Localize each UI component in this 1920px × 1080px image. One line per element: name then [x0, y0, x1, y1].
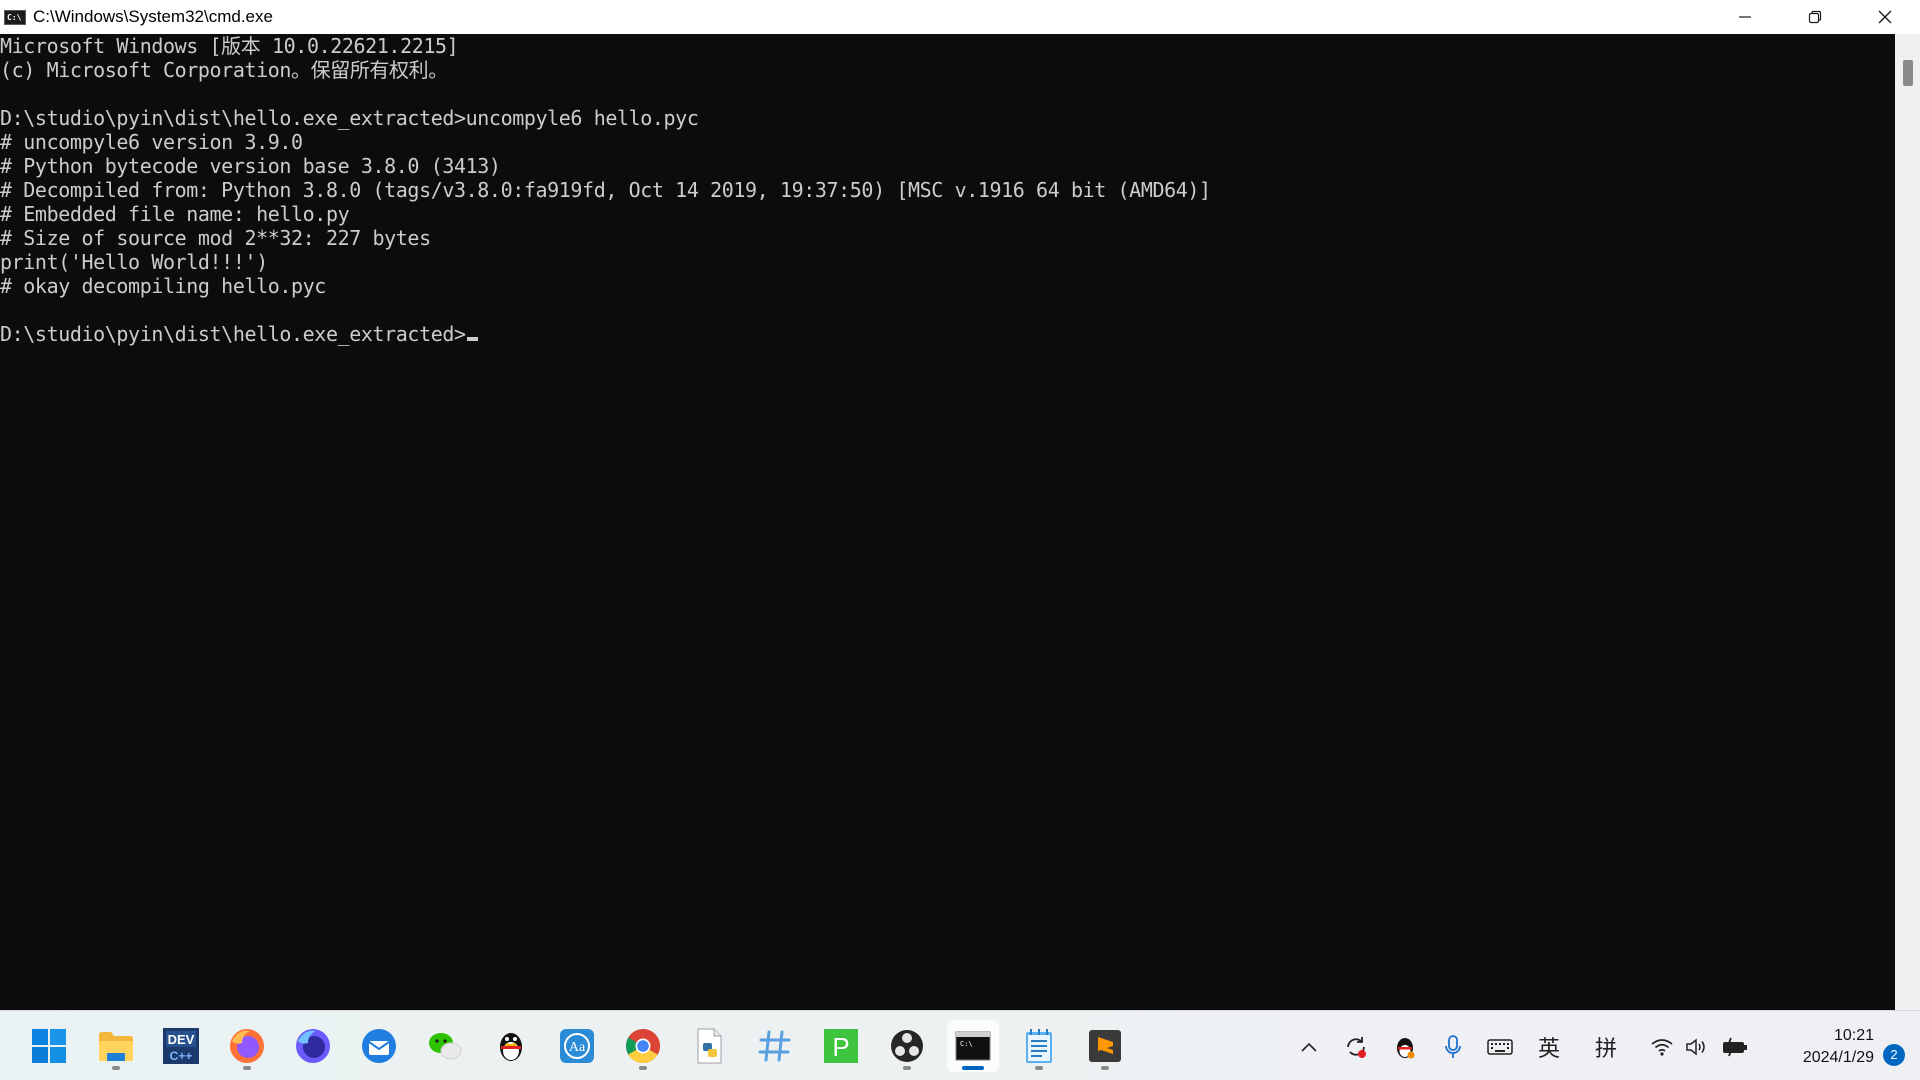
console-line: # Decompiled from: Python 3.8.0 (tags/v3… [0, 178, 1211, 202]
taskbar-sublime[interactable] [1079, 1020, 1131, 1072]
taskbar-clock[interactable]: 10:21 2024/1/29 [1803, 1025, 1874, 1069]
console-line: Microsoft Windows [版本 10.0.22621.2215] [0, 34, 459, 58]
taskbar-thunderbird[interactable] [353, 1020, 405, 1072]
taskbar-file-explorer[interactable] [90, 1020, 142, 1072]
taskbar-pycharm[interactable]: P [815, 1020, 867, 1072]
clock-time: 10:21 [1833, 1027, 1874, 1044]
tray-qq[interactable] [1391, 1033, 1419, 1061]
sync-icon [1347, 1037, 1366, 1058]
taskbar-notepad[interactable] [1013, 1020, 1065, 1072]
wifi-icon [1651, 1039, 1673, 1056]
speaker-icon [1686, 1038, 1705, 1056]
minimize-icon [1739, 16, 1751, 18]
devcpp-icon: DEV C++ [163, 1028, 199, 1064]
svg-text:C++: C++ [170, 1049, 193, 1063]
dictionary-icon: Aa [560, 1029, 594, 1063]
sublime-icon [1089, 1030, 1121, 1062]
taskbar-firefox-dev[interactable] [287, 1020, 339, 1072]
firefox-dev-icon [296, 1029, 330, 1063]
firefox-icon [230, 1029, 264, 1063]
obs-icon [891, 1030, 923, 1062]
ime-mode-toggle[interactable]: 拼 [1591, 1033, 1621, 1062]
running-indicator [1101, 1066, 1109, 1070]
console-line: # uncompyle6 version 3.9.0 [0, 130, 303, 154]
microphone-icon [1445, 1035, 1461, 1058]
running-indicator [243, 1066, 251, 1070]
window-controls [1710, 0, 1920, 34]
start-button[interactable] [23, 1020, 75, 1072]
tray-microphone[interactable] [1441, 1033, 1465, 1061]
taskbar-firefox[interactable] [221, 1020, 273, 1072]
notification-badge[interactable]: 2 [1883, 1044, 1905, 1066]
console-line: # okay decompiling hello.pyc [0, 274, 326, 298]
console-line: D:\studio\pyin\dist\hello.exe_extracted>… [0, 106, 699, 130]
taskbar-devcpp[interactable]: DEV C++ [155, 1020, 207, 1072]
window-title: C:\Windows\System32\cmd.exe [33, 7, 273, 26]
taskbar-chrome[interactable] [617, 1020, 669, 1072]
cmd-app-icon[interactable]: C:\ [4, 9, 26, 25]
svg-text:C:\: C:\ [960, 1040, 973, 1048]
folder-icon [99, 1032, 133, 1061]
title-bar[interactable]: C:\ C:\Windows\System32\cmd.exe [0, 0, 1920, 34]
qq-penguin-icon [500, 1033, 522, 1061]
console-prompt: D:\studio\pyin\dist\hello.exe_extracted> [0, 322, 466, 346]
svg-text:DEV: DEV [168, 1032, 195, 1047]
scrollbar-thumb[interactable] [1903, 60, 1913, 86]
console-line: # Size of source mod 2**32: 227 bytes [0, 226, 431, 250]
notepad-icon [1026, 1029, 1052, 1063]
tray-network[interactable] [1648, 1033, 1676, 1061]
restore-icon [1808, 10, 1822, 24]
vertical-scrollbar[interactable] [1895, 34, 1920, 1010]
minimize-button[interactable] [1710, 0, 1780, 34]
text-cursor [466, 337, 478, 341]
console-line: # Python bytecode version base 3.8.0 (34… [0, 154, 501, 178]
taskbar-cmd[interactable]: C:\ [947, 1020, 999, 1072]
taskbar-obs[interactable] [881, 1020, 933, 1072]
close-button[interactable] [1850, 0, 1920, 34]
tray-sync-app[interactable] [1342, 1033, 1370, 1061]
running-indicator [962, 1066, 984, 1070]
close-icon [1878, 10, 1892, 24]
running-indicator [112, 1066, 120, 1070]
taskbar-wechat[interactable] [419, 1020, 471, 1072]
running-indicator [1035, 1066, 1043, 1070]
tray-touch-keyboard[interactable] [1486, 1033, 1514, 1061]
tray-battery[interactable] [1720, 1033, 1750, 1061]
taskbar-slack[interactable] [749, 1020, 801, 1072]
console-line: print('Hello World!!!') [0, 250, 268, 274]
taskbar-qq[interactable] [485, 1020, 537, 1072]
terminal-icon: C:\ [955, 1031, 991, 1061]
svg-text:P: P [832, 1032, 849, 1062]
chevron-up-icon [1301, 1042, 1317, 1052]
chrome-icon [626, 1029, 660, 1063]
restore-button[interactable] [1780, 0, 1850, 34]
qq-penguin-icon [1397, 1038, 1415, 1059]
keyboard-icon [1487, 1039, 1513, 1055]
battery-charging-icon [1723, 1037, 1747, 1057]
wechat-icon [429, 1033, 462, 1060]
ime-language-toggle[interactable]: 英 [1534, 1033, 1564, 1062]
windows-logo-icon [32, 1029, 66, 1063]
taskbar-dictionary[interactable]: Aa [551, 1020, 603, 1072]
svg-text:Aa: Aa [569, 1040, 586, 1055]
console-output[interactable]: Microsoft Windows [版本 10.0.22621.2215] (… [0, 34, 1895, 1010]
p-icon: P [824, 1029, 858, 1063]
hash-icon [758, 1030, 791, 1062]
show-hidden-icons-button[interactable] [1296, 1033, 1322, 1061]
console-line: # Embedded file name: hello.py [0, 202, 350, 226]
tray-volume[interactable] [1684, 1033, 1710, 1061]
thunderbird-icon [362, 1029, 396, 1063]
python-file-icon [697, 1028, 722, 1064]
running-indicator [639, 1066, 647, 1070]
console-prompt-line[interactable]: D:\studio\pyin\dist\hello.exe_extracted> [0, 322, 1895, 346]
console-line: (c) Microsoft Corporation。保留所有权利。 [0, 58, 448, 82]
taskbar-python[interactable] [683, 1020, 735, 1072]
running-indicator [903, 1066, 911, 1070]
taskbar: DEV C++ Aa P C:\ 英 拼 10:21 2024/1/29 2 [0, 1010, 1920, 1080]
clock-date: 2024/1/29 [1802, 1049, 1874, 1066]
